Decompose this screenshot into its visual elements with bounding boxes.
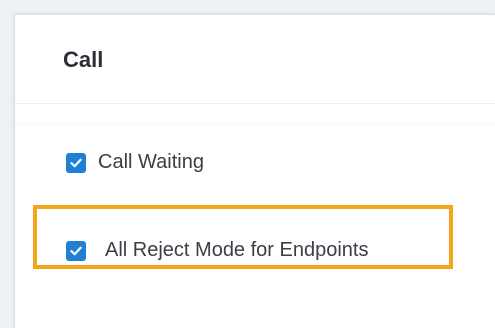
highlight-annotation — [33, 205, 453, 269]
settings-panel: Call Call Waiting All Reject Mode for En… — [14, 14, 495, 328]
section-title: Call — [63, 47, 104, 72]
section-header: Call — [15, 15, 495, 104]
divider — [15, 123, 495, 124]
call-waiting-option[interactable]: Call Waiting — [66, 151, 204, 174]
call-waiting-checkbox[interactable] — [66, 152, 86, 173]
call-waiting-label: Call Waiting — [98, 151, 204, 173]
checkmark-icon — [70, 158, 82, 167]
